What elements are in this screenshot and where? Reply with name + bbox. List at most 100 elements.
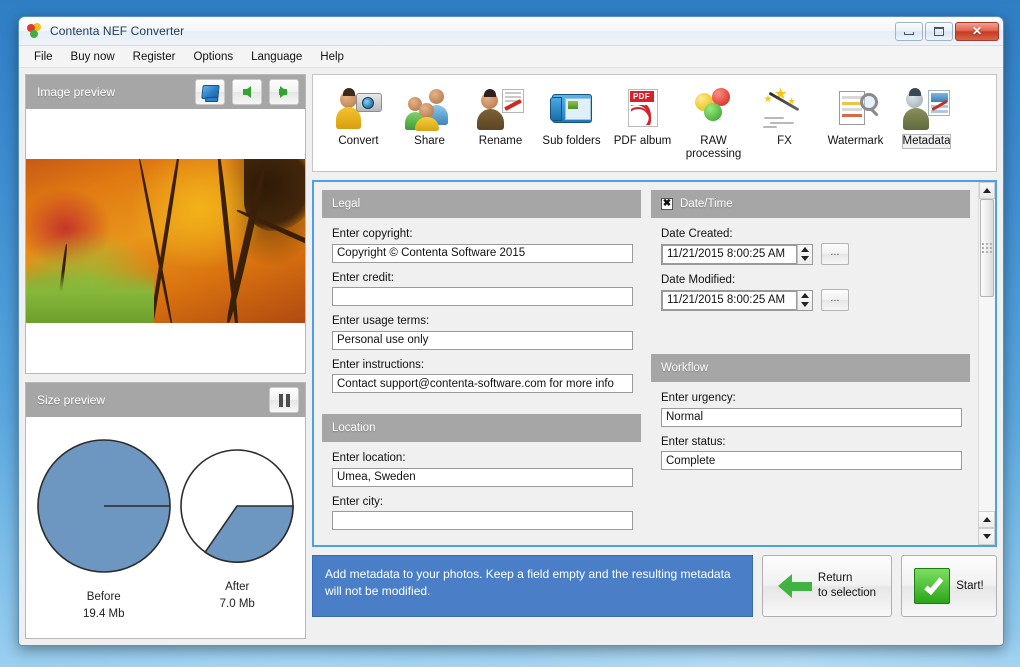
metadata-form-grid: Legal Enter copyright: Enter credit: (322, 190, 970, 545)
form-vertical-scrollbar[interactable] (978, 182, 995, 545)
menu-item-file[interactable]: File (25, 48, 62, 66)
group-datetime-header: ✖ Date/Time (651, 190, 970, 218)
group-legal-title: Legal (332, 198, 360, 210)
scroll-up-button[interactable] (979, 182, 995, 199)
maximize-button[interactable] (925, 22, 953, 41)
next-image-button[interactable] (269, 79, 299, 105)
menu-item-register[interactable]: Register (124, 48, 185, 66)
instructions-field[interactable] (332, 374, 633, 393)
toolbar-item-pdf-album[interactable]: PDF PDF album (609, 81, 676, 148)
start-button-label: Start! (956, 579, 983, 594)
minimize-icon (904, 32, 914, 35)
right-panel: Convert Share (312, 74, 997, 639)
label-urgency: Enter urgency: (661, 392, 962, 404)
label-date-modified: Date Modified: (661, 274, 962, 286)
group-legal-body: Enter copyright: Enter credit: Enter usa… (322, 218, 641, 406)
chevron-up-icon (983, 188, 991, 193)
toolbar-label-watermark: Watermark (828, 135, 884, 148)
date-created-spinbox (661, 244, 813, 265)
pause-button[interactable] (269, 387, 299, 413)
previous-image-button[interactable] (232, 79, 262, 105)
chevron-down-icon (801, 256, 809, 261)
toolbar-item-share[interactable]: Share (396, 81, 463, 148)
arrow-right-icon (280, 86, 288, 98)
date-created-increment-button[interactable] (798, 245, 812, 255)
start-button[interactable]: Start! (901, 555, 997, 617)
label-status: Enter status: (661, 436, 962, 448)
return-to-selection-button[interactable]: Return to selection (762, 555, 892, 617)
credit-field[interactable] (332, 287, 633, 306)
date-modified-field[interactable] (662, 291, 797, 310)
inner-scroll-down-button[interactable] (978, 528, 995, 545)
size-preview-header: Size preview (26, 383, 305, 417)
urgency-field[interactable] (661, 408, 962, 427)
image-preview-title: Image preview (37, 85, 115, 99)
title-bar: Contenta NEF Converter ✕ (19, 17, 1003, 46)
size-preview-tools (269, 387, 299, 413)
group-location-title: Location (332, 422, 375, 434)
toolbar-item-convert[interactable]: Convert (325, 81, 392, 148)
date-created-field[interactable] (662, 245, 797, 264)
image-preview-canvas[interactable] (26, 109, 305, 373)
group-workflow: Workflow Enter urgency: Enter status: (651, 354, 970, 483)
raw-processing-icon (695, 83, 733, 131)
pie-after-svg (178, 447, 296, 565)
close-icon: ✕ (972, 25, 982, 37)
field-status: Enter status: (661, 436, 962, 471)
monitor-icon (201, 85, 219, 99)
inner-scroll-up-button[interactable] (978, 511, 995, 528)
image-preview-header: Image preview (26, 75, 305, 109)
fullscreen-preview-button[interactable] (195, 79, 225, 105)
date-modified-spinner (797, 291, 812, 310)
return-button-line2: to selection (818, 586, 876, 601)
size-preview-body: Before 19.4 Mb After 7.0 Mb (26, 417, 305, 638)
image-preview-panel: Image preview (25, 74, 306, 374)
chevron-up-icon (801, 247, 809, 252)
date-modified-browse-button[interactable]: ... (821, 289, 849, 311)
size-preview-title: Size preview (37, 393, 105, 407)
field-copyright: Enter copyright: (332, 228, 633, 263)
watermark-icon (833, 83, 879, 131)
copyright-field[interactable] (332, 244, 633, 263)
group-datetime-body: Date Created: (651, 218, 970, 346)
menu-item-language[interactable]: Language (242, 48, 311, 66)
chevron-up-icon (801, 293, 809, 298)
return-button-label: Return to selection (818, 571, 876, 601)
sub-folders-icon (549, 83, 595, 131)
scrollbar-thumb[interactable] (980, 199, 994, 297)
date-modified-increment-button[interactable] (798, 291, 812, 301)
status-field[interactable] (661, 451, 962, 470)
location-field[interactable] (332, 468, 633, 487)
minimize-button[interactable] (895, 22, 923, 41)
arrow-left-icon (778, 574, 812, 598)
size-pie-charts: Before 19.4 Mb After 7.0 Mb (32, 429, 299, 630)
scrollbar-track[interactable] (979, 199, 995, 545)
field-credit: Enter credit: (332, 272, 633, 307)
left-panel: Image preview (25, 74, 306, 639)
group-location: Location Enter location: Enter city: (322, 414, 641, 543)
menu-item-help[interactable]: Help (311, 48, 353, 66)
pie-before-name: Before (83, 589, 125, 606)
toolbar-label-metadata: Metadata (903, 135, 951, 148)
toolbar-item-sub-folders[interactable]: Sub folders (538, 81, 605, 148)
close-button[interactable]: ✕ (955, 22, 999, 41)
usage-terms-field[interactable] (332, 331, 633, 350)
city-field[interactable] (332, 511, 633, 530)
date-modified-decrement-button[interactable] (798, 300, 812, 310)
field-date-created: Date Created: (661, 228, 962, 265)
menu-item-buy-now[interactable]: Buy now (62, 48, 124, 66)
toolbar-item-raw-processing[interactable]: RAW processing (680, 81, 747, 161)
datetime-checkbox[interactable]: ✖ (661, 198, 673, 210)
preview-photo (26, 159, 305, 323)
toolbar-item-rename[interactable]: Rename (467, 81, 534, 148)
toolbar-item-fx[interactable]: ★ ★ ★ FX (751, 81, 818, 148)
date-created-browse-button[interactable]: ... (821, 243, 849, 265)
field-city: Enter city: (332, 496, 633, 531)
group-datetime: ✖ Date/Time Date Created: (651, 190, 970, 346)
menu-item-options[interactable]: Options (184, 48, 242, 66)
field-date-modified: Date Modified: (661, 274, 962, 311)
toolbar-item-metadata[interactable]: Metadata (893, 81, 960, 148)
toolbar-item-watermark[interactable]: Watermark (822, 81, 889, 148)
date-created-decrement-button[interactable] (798, 254, 812, 264)
label-credit: Enter credit: (332, 272, 633, 284)
